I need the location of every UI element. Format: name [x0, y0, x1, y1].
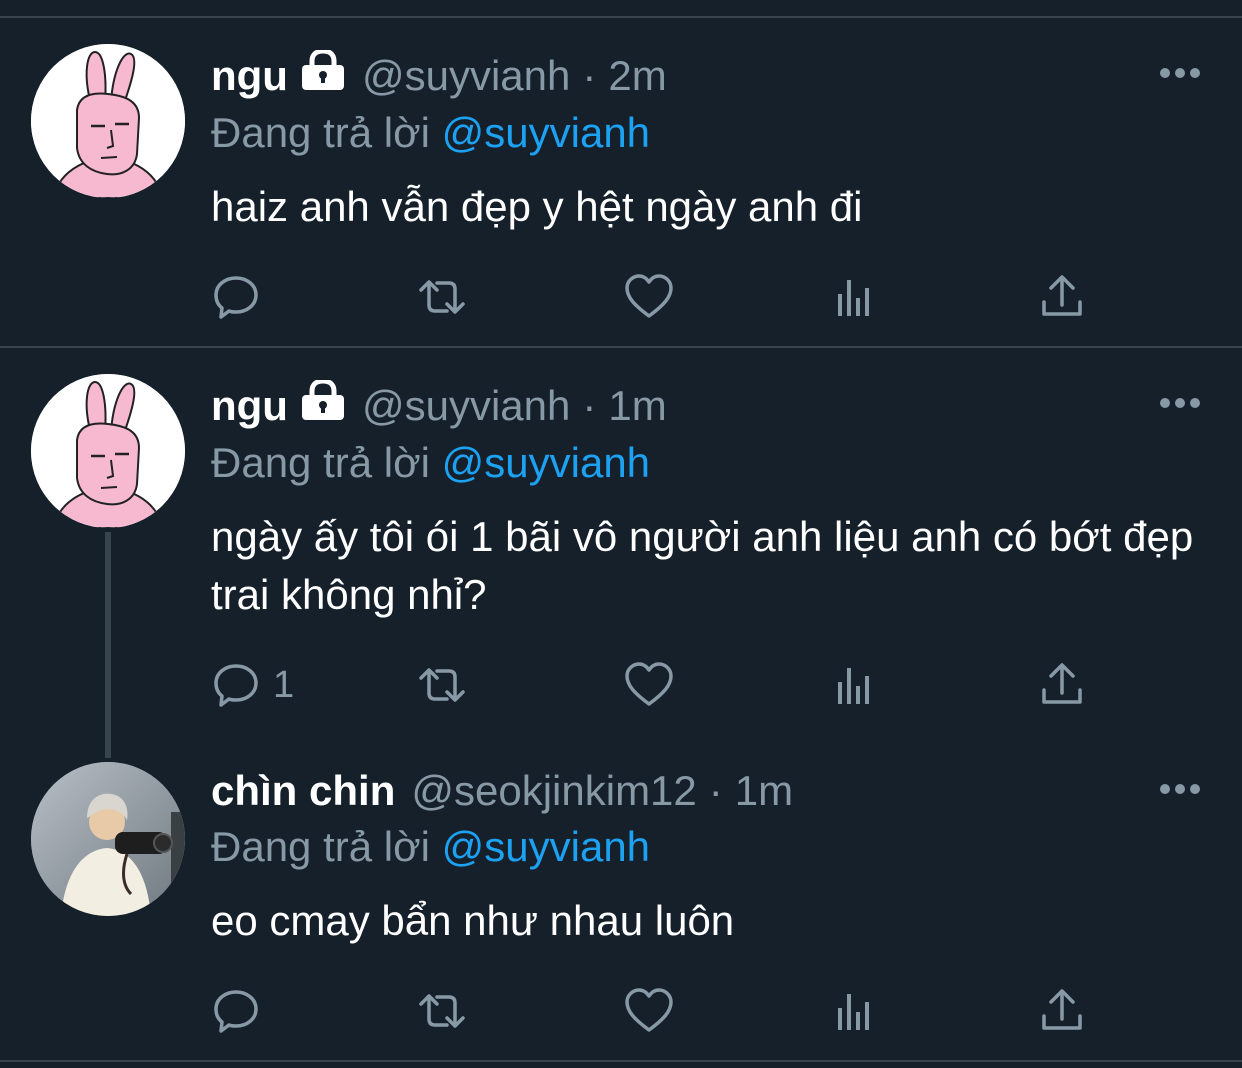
pink-bunny-avatar [31, 44, 185, 198]
lock-icon [300, 48, 346, 101]
separator-dot: · [582, 51, 597, 99]
avatar[interactable] [31, 44, 185, 198]
user-handle[interactable]: @suyvianh [362, 51, 570, 101]
photographer-photo-avatar [31, 762, 185, 916]
timestamp[interactable]: 2m [608, 51, 666, 101]
tweet[interactable]: ngu @suyvianh · 1m Đang trả lời @suyvian… [0, 348, 1242, 758]
mention-link[interactable]: @suyvianh [442, 823, 650, 870]
reply-count: 1 [273, 663, 295, 706]
reply-button[interactable]: 1 [211, 660, 294, 710]
share-button[interactable] [1037, 272, 1087, 322]
retweet-button[interactable] [417, 660, 467, 710]
mention-link[interactable]: @suyvianh [442, 109, 650, 156]
retweet-icon [417, 660, 467, 710]
tweet-text: haiz anh vẫn đẹp y hệt ngày anh đi [211, 183, 863, 230]
analytics-icon [831, 986, 881, 1036]
analytics-button[interactable] [831, 986, 881, 1036]
replying-to-label: Đang trả lời [211, 109, 430, 156]
display-name[interactable]: chìn chin [211, 766, 395, 816]
bottom-divider [0, 1060, 1242, 1062]
more-icon[interactable] [1158, 396, 1202, 410]
user-handle[interactable]: @suyvianh [362, 381, 570, 431]
tweet-header: ngu @suyvianh · 2m [211, 48, 667, 101]
share-button[interactable] [1037, 660, 1087, 710]
display-name[interactable]: ngu [211, 381, 288, 431]
retweet-button[interactable] [417, 272, 467, 322]
action-bar [211, 272, 1111, 322]
tweet[interactable]: ngu @suyvianh · 2m Đang trả lời @suyvian… [0, 0, 1242, 346]
analytics-button[interactable] [831, 660, 881, 710]
share-icon [1037, 660, 1087, 710]
display-name[interactable]: ngu [211, 51, 288, 101]
reply-icon [211, 986, 261, 1036]
avatar[interactable] [31, 762, 185, 916]
reply-button[interactable] [211, 986, 261, 1036]
analytics-icon [831, 272, 881, 322]
more-icon[interactable] [1158, 66, 1202, 80]
action-bar [211, 986, 1111, 1036]
action-bar: 1 [211, 660, 1111, 710]
like-button[interactable] [624, 986, 674, 1036]
replying-to: Đang trả lời @suyvianh [211, 822, 650, 872]
reply-icon [211, 272, 261, 322]
like-icon [624, 272, 674, 322]
more-icon[interactable] [1158, 782, 1202, 796]
like-icon [624, 986, 674, 1036]
separator-dot: · [582, 381, 597, 429]
replying-to-label: Đang trả lời [211, 439, 430, 486]
replying-to: Đang trả lời @suyvianh [211, 438, 650, 488]
share-icon [1037, 272, 1087, 322]
avatar[interactable] [31, 374, 185, 528]
lock-icon [300, 378, 346, 431]
analytics-button[interactable] [831, 272, 881, 322]
like-icon [624, 660, 674, 710]
retweet-icon [417, 272, 467, 322]
like-button[interactable] [624, 660, 674, 710]
thread-line [105, 532, 111, 758]
share-icon [1037, 986, 1087, 1036]
tweet-text: ngày ấy tôi ói 1 bãi vô người anh liệu a… [211, 513, 1194, 618]
tweet-header: chìn chin @seokjinkim12 · 1m [211, 766, 793, 816]
tweet-header: ngu @suyvianh · 1m [211, 378, 667, 431]
tweet[interactable]: chìn chin @seokjinkim12 · 1m Đang trả lờ… [0, 758, 1242, 1060]
retweet-icon [417, 986, 467, 1036]
tweet-text: eo cmay bẩn như nhau luôn [211, 897, 735, 944]
analytics-icon [831, 660, 881, 710]
separator-dot: · [708, 767, 723, 814]
replying-to: Đang trả lời @suyvianh [211, 108, 650, 158]
timestamp[interactable]: 1m [735, 766, 793, 816]
timestamp[interactable]: 1m [608, 381, 666, 431]
reply-button[interactable] [211, 272, 261, 322]
reply-icon [211, 660, 261, 710]
replying-to-label: Đang trả lời [211, 823, 430, 870]
user-handle[interactable]: @seokjinkim12 [411, 766, 696, 816]
pink-bunny-avatar [31, 374, 185, 528]
like-button[interactable] [624, 272, 674, 322]
share-button[interactable] [1037, 986, 1087, 1036]
retweet-button[interactable] [417, 986, 467, 1036]
mention-link[interactable]: @suyvianh [442, 439, 650, 486]
